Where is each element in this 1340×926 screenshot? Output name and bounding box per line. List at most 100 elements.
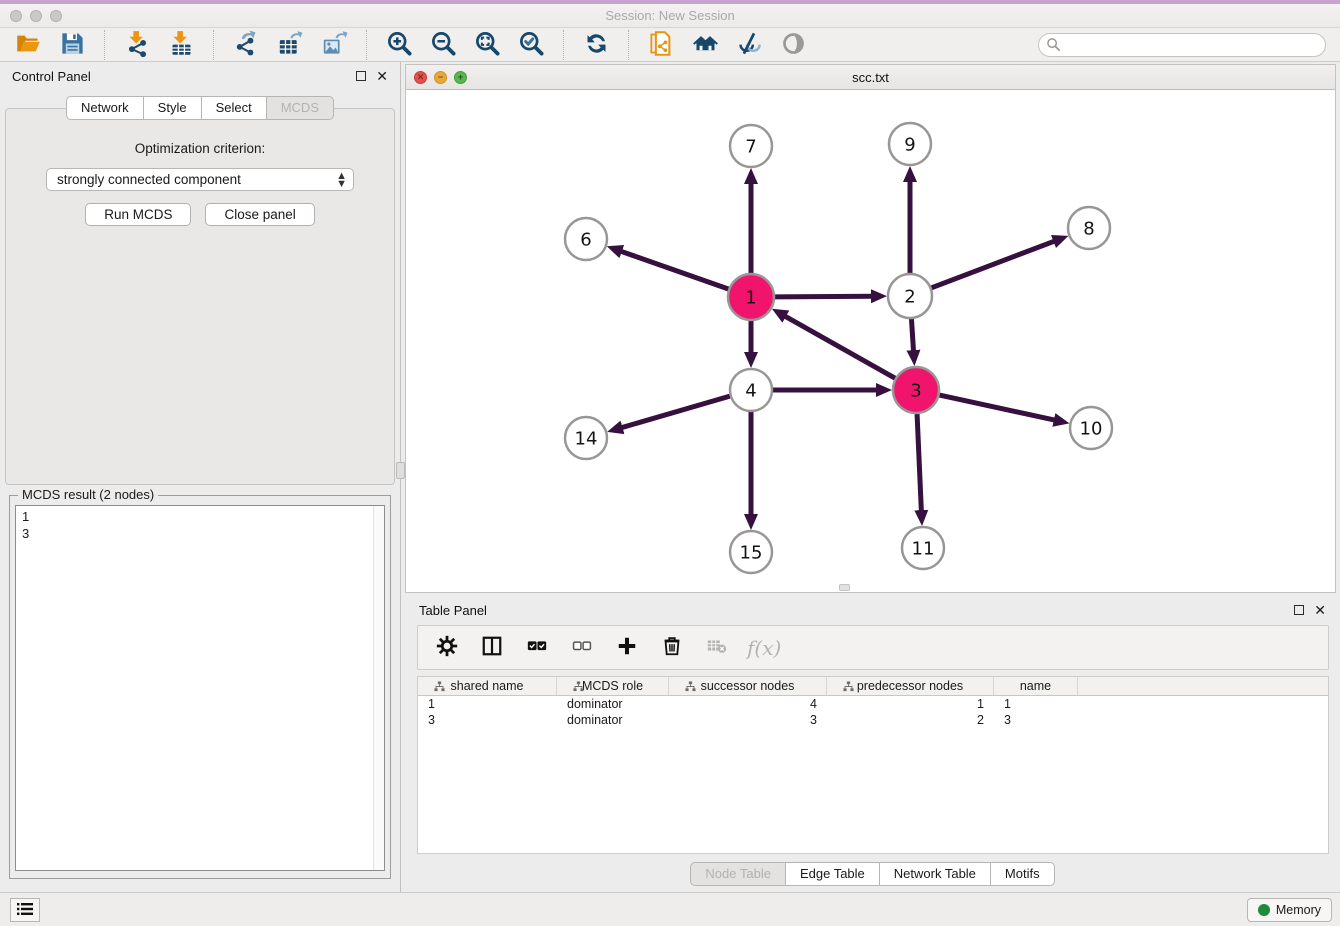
- tab-motifs[interactable]: Motifs: [990, 862, 1055, 886]
- deselect-all-icon: [571, 635, 593, 660]
- hide-glasses-button[interactable]: [727, 29, 771, 61]
- function-builder-button[interactable]: f(x): [747, 633, 781, 663]
- mcds-result-text[interactable]: 1 3: [15, 505, 385, 871]
- canvas-scroll-handle[interactable]: [839, 584, 850, 591]
- column-header-predecessor-nodes[interactable]: predecessor nodes: [827, 677, 994, 695]
- network-graph-canvas[interactable]: 7 9 6 8 1 2 4 3 14 10 15 11: [406, 90, 1335, 592]
- delete-table-button[interactable]: [702, 633, 732, 663]
- graph-node-4[interactable]: 4: [730, 369, 772, 411]
- edge-2-8[interactable]: [932, 241, 1056, 288]
- graph-node-8[interactable]: 8: [1068, 207, 1110, 249]
- table-panel: Table Panel ✕: [405, 596, 1340, 886]
- network-window-titlebar[interactable]: ✕ − + scc.txt: [406, 65, 1335, 90]
- cell-MCDS-role[interactable]: dominator: [557, 696, 669, 712]
- cell-name[interactable]: 3: [994, 712, 1078, 728]
- graph-node-11[interactable]: 11: [902, 527, 944, 569]
- table-settings-button[interactable]: [432, 633, 462, 663]
- trash-icon: [661, 635, 683, 660]
- edge-1-6[interactable]: [620, 251, 728, 289]
- cell-MCDS-role[interactable]: dominator: [557, 712, 669, 728]
- edge-3-11[interactable]: [917, 414, 921, 512]
- network-close-button[interactable]: ✕: [414, 71, 427, 84]
- graph-node-1[interactable]: 1: [728, 274, 774, 320]
- main-toolbar: [0, 28, 1340, 62]
- table-row[interactable]: 3dominator323: [418, 712, 1328, 728]
- network-minimize-button[interactable]: −: [434, 71, 447, 84]
- column-header-name[interactable]: name: [994, 677, 1078, 695]
- float-table-panel-icon[interactable]: [1294, 605, 1304, 615]
- export-image-icon: [321, 30, 348, 60]
- result-scrollbar[interactable]: [373, 506, 384, 870]
- export-image-button[interactable]: [312, 29, 356, 61]
- add-column-button[interactable]: [612, 633, 642, 663]
- column-header-successor-nodes[interactable]: successor nodes: [669, 677, 827, 695]
- refresh-button[interactable]: [574, 29, 618, 61]
- close-panel-icon[interactable]: ✕: [376, 71, 388, 81]
- save-session-button[interactable]: [50, 29, 94, 61]
- open-folder-icon: [15, 30, 42, 60]
- close-panel-button[interactable]: Close panel: [205, 203, 314, 226]
- cell-successor-nodes[interactable]: 4: [669, 696, 827, 712]
- home-button[interactable]: [683, 29, 727, 61]
- import-network-button[interactable]: [115, 29, 159, 61]
- edge-2-3[interactable]: [911, 319, 913, 352]
- graph-node-15[interactable]: 15: [730, 531, 772, 573]
- zoom-fit-button[interactable]: [465, 29, 509, 61]
- show-eye-button[interactable]: [771, 29, 815, 61]
- export-table-button[interactable]: [268, 29, 312, 61]
- zoom-out-button[interactable]: [421, 29, 465, 61]
- close-table-panel-icon[interactable]: ✕: [1314, 605, 1326, 615]
- graph-node-7[interactable]: 7: [730, 125, 772, 167]
- export-network-button[interactable]: [224, 29, 268, 61]
- task-history-button[interactable]: [10, 898, 40, 922]
- zoom-selected-button[interactable]: [509, 29, 553, 61]
- edge-1-2[interactable]: [775, 296, 873, 297]
- run-mcds-button[interactable]: Run MCDS: [85, 203, 191, 226]
- mcds-result-title: MCDS result (2 nodes): [18, 487, 158, 502]
- graph-node-3[interactable]: 3: [893, 367, 939, 413]
- graph-node-6[interactable]: 6: [565, 218, 607, 260]
- svg-text:4: 4: [745, 380, 756, 401]
- network-from-file-button[interactable]: [639, 29, 683, 61]
- tab-style[interactable]: Style: [143, 96, 202, 120]
- cell-predecessor-nodes[interactable]: 1: [827, 696, 994, 712]
- edge-4-14[interactable]: [621, 396, 730, 428]
- split-view-button[interactable]: [477, 633, 507, 663]
- network-maximize-button[interactable]: +: [454, 71, 467, 84]
- tab-network-table[interactable]: Network Table: [879, 862, 991, 886]
- edge-3-10[interactable]: [939, 395, 1055, 420]
- tab-node-table[interactable]: Node Table: [690, 862, 786, 886]
- graph-node-10[interactable]: 10: [1070, 407, 1112, 449]
- tab-edge-table[interactable]: Edge Table: [785, 862, 880, 886]
- zoom-out-icon: [430, 30, 457, 60]
- optimization-criterion-select[interactable]: strongly connected component ▲▼: [46, 168, 354, 191]
- tab-select[interactable]: Select: [201, 96, 267, 120]
- table-row[interactable]: 1dominator411: [418, 696, 1328, 712]
- column-header-MCDS-role[interactable]: MCDS role: [557, 677, 669, 695]
- tab-network[interactable]: Network: [66, 96, 144, 120]
- graph-node-2[interactable]: 2: [888, 274, 932, 318]
- selected-criterion: strongly connected component: [57, 172, 241, 187]
- select-all-button[interactable]: [522, 633, 552, 663]
- cell-successor-nodes[interactable]: 3: [669, 712, 827, 728]
- graph-node-9[interactable]: 9: [889, 123, 931, 165]
- deselect-all-button[interactable]: [567, 633, 597, 663]
- panel-splitter-handle[interactable]: [396, 462, 405, 479]
- graph-node-14[interactable]: 14: [565, 417, 607, 459]
- cell-name[interactable]: 1: [994, 696, 1078, 712]
- tab-mcds[interactable]: MCDS: [266, 96, 334, 120]
- open-session-button[interactable]: [6, 29, 50, 61]
- cell-predecessor-nodes[interactable]: 2: [827, 712, 994, 728]
- delete-column-button[interactable]: [657, 633, 687, 663]
- zoom-in-button[interactable]: [377, 29, 421, 61]
- cell-shared-name[interactable]: 1: [418, 696, 557, 712]
- column-header-shared-name[interactable]: shared name: [418, 677, 557, 695]
- fx-icon: f(x): [747, 636, 781, 660]
- edge-3-1[interactable]: [784, 316, 895, 379]
- memory-button[interactable]: Memory: [1247, 898, 1332, 922]
- search-input[interactable]: [1038, 33, 1326, 57]
- cell-shared-name[interactable]: 3: [418, 712, 557, 728]
- float-panel-icon[interactable]: [356, 71, 366, 81]
- import-table-button[interactable]: [159, 29, 203, 61]
- table-panel-title: Table Panel: [419, 603, 487, 618]
